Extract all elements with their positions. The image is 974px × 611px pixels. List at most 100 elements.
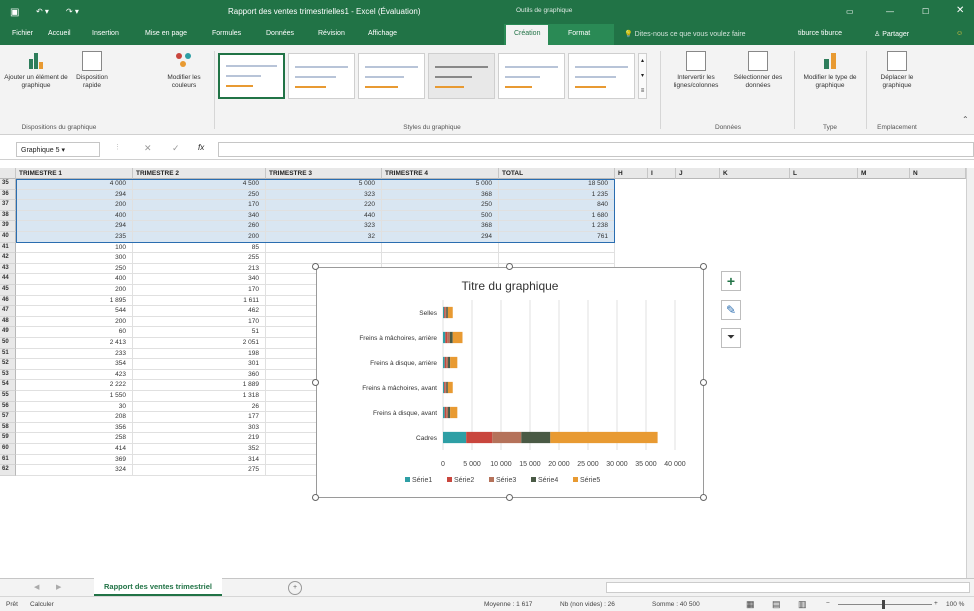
chart[interactable]: Titre du graphique 0 5 000 10 000 15 000 20 0… [316,267,704,498]
row-header[interactable]: 62 [0,465,16,476]
table-cell[interactable]: 1 895 [16,295,133,307]
column-header[interactable]: K [720,168,790,179]
table-cell[interactable]: 2 051 [133,338,266,349]
row-header[interactable]: 57 [0,412,16,423]
row-header[interactable]: 38 [0,210,16,222]
chart-elements-plus-icon[interactable]: + [721,271,741,291]
new-sheet-icon[interactable]: + [288,581,302,595]
column-header[interactable]: TRIMESTRE 1 [16,168,133,179]
table-cell[interactable]: 301 [133,359,266,370]
table-cell[interactable]: 400 [16,274,133,285]
redo-icon[interactable]: ↷ ▾ [66,7,79,16]
tab-formules[interactable]: Formules [212,30,241,37]
table-cell[interactable]: 200 [133,232,266,243]
formula-input[interactable] [218,142,974,157]
resize-handle[interactable] [312,263,319,270]
chart-style-1[interactable] [218,53,285,99]
enter-icon[interactable]: ✓ [172,143,180,154]
move-chart-button[interactable]: Déplacer le graphique [870,51,924,90]
table-cell[interactable]: 1 550 [16,391,133,402]
tab-mise-en-page[interactable]: Mise en page [145,30,187,37]
resize-handle[interactable] [506,263,513,270]
table-cell[interactable]: 761 [499,232,615,243]
table-cell[interactable]: 400 [16,210,133,222]
table-cell[interactable]: 462 [133,306,266,317]
resize-handle[interactable] [312,379,319,386]
add-chart-element-button[interactable]: Ajouter un élément de graphique [2,51,70,90]
row-header[interactable]: 43 [0,263,16,275]
table-cell[interactable]: 250 [16,263,133,275]
table-cell[interactable]: 314 [133,454,266,466]
ribbon-display-icon[interactable]: ▭ [846,7,854,16]
vertical-scrollbar[interactable] [966,168,974,578]
table-cell[interactable]: 294 [382,232,499,243]
table-cell[interactable]: 235 [16,232,133,243]
tab-accueil[interactable]: Accueil [48,30,71,37]
table-cell[interactable]: 340 [133,210,266,222]
row-header[interactable]: 44 [0,274,16,285]
tab-fichier[interactable]: Fichier [12,30,33,37]
chart-style-5[interactable] [498,53,565,99]
table-cell[interactable] [382,242,499,254]
zoom-level[interactable]: 100 % [946,601,964,608]
row-header[interactable]: 54 [0,380,16,391]
table-cell[interactable]: 368 [382,189,499,201]
table-cell[interactable]: 414 [16,444,133,455]
table-cell[interactable] [499,242,615,254]
resize-handle[interactable] [700,379,707,386]
chart-styles-brush-icon[interactable]: ✎ [721,300,741,320]
table-cell[interactable]: 4 500 [133,179,266,190]
change-colors-button[interactable]: Modifier les couleurs [156,51,212,90]
table-cell[interactable]: 219 [133,433,266,444]
table-cell[interactable]: 323 [266,221,382,232]
column-header[interactable]: TRIMESTRE 4 [382,168,499,179]
table-cell[interactable]: 356 [16,422,133,434]
tab-creation[interactable]: Création [506,25,549,45]
row-header[interactable]: 46 [0,295,16,307]
column-header[interactable]: J [676,168,720,179]
row-header[interactable]: 41 [0,242,16,254]
table-cell[interactable]: 5 000 [382,179,499,190]
table-cell[interactable]: 423 [16,369,133,381]
column-header[interactable]: TRIMESTRE 3 [266,168,382,179]
resize-handle[interactable] [700,494,707,501]
table-cell[interactable]: 440 [266,210,382,222]
table-cell[interactable]: 220 [266,200,382,211]
minimize-icon[interactable]: — [886,7,894,16]
change-chart-type-button[interactable]: Modifier le type de graphique [798,51,862,90]
table-cell[interactable]: 324 [16,465,133,476]
page-layout-icon[interactable]: ▤ [772,599,781,610]
resize-handle[interactable] [506,494,513,501]
table-cell[interactable]: 840 [499,200,615,211]
calculate-button[interactable]: Calculer [30,601,54,608]
name-box[interactable]: Graphique 5 ▾ [16,142,100,157]
tab-format[interactable]: Format [568,30,590,37]
table-cell[interactable]: 100 [16,242,133,254]
table-cell[interactable]: 51 [133,327,266,338]
row-header[interactable]: 56 [0,401,16,413]
row-header[interactable]: 59 [0,433,16,444]
table-cell[interactable]: 30 [16,401,133,413]
table-cell[interactable]: 170 [133,200,266,211]
table-cell[interactable]: 213 [133,263,266,275]
styles-gallery-scroll[interactable]: ▴ ▾ ≡ [638,53,647,99]
table-cell[interactable]: 250 [382,200,499,211]
resize-handle[interactable] [312,494,319,501]
collapse-ribbon-icon[interactable]: ⌃ [962,115,969,124]
table-cell[interactable]: 544 [16,306,133,317]
tab-revision[interactable]: Révision [318,30,345,37]
column-header[interactable]: N [910,168,966,179]
table-cell[interactable]: 255 [133,253,266,264]
smiley-icon[interactable]: ☺ [956,30,963,37]
table-cell[interactable]: 294 [16,221,133,232]
row-header[interactable]: 49 [0,327,16,338]
chart-style-6[interactable] [568,53,635,99]
table-cell[interactable]: 18 500 [499,179,615,190]
chart-style-4[interactable] [428,53,495,99]
table-cell[interactable]: 360 [133,369,266,381]
table-cell[interactable]: 5 000 [266,179,382,190]
horizontal-scrollbar[interactable] [606,582,970,593]
table-cell[interactable]: 170 [133,285,266,296]
row-header[interactable]: 58 [0,422,16,434]
prev-sheet-icon[interactable]: ◀ [34,583,39,591]
